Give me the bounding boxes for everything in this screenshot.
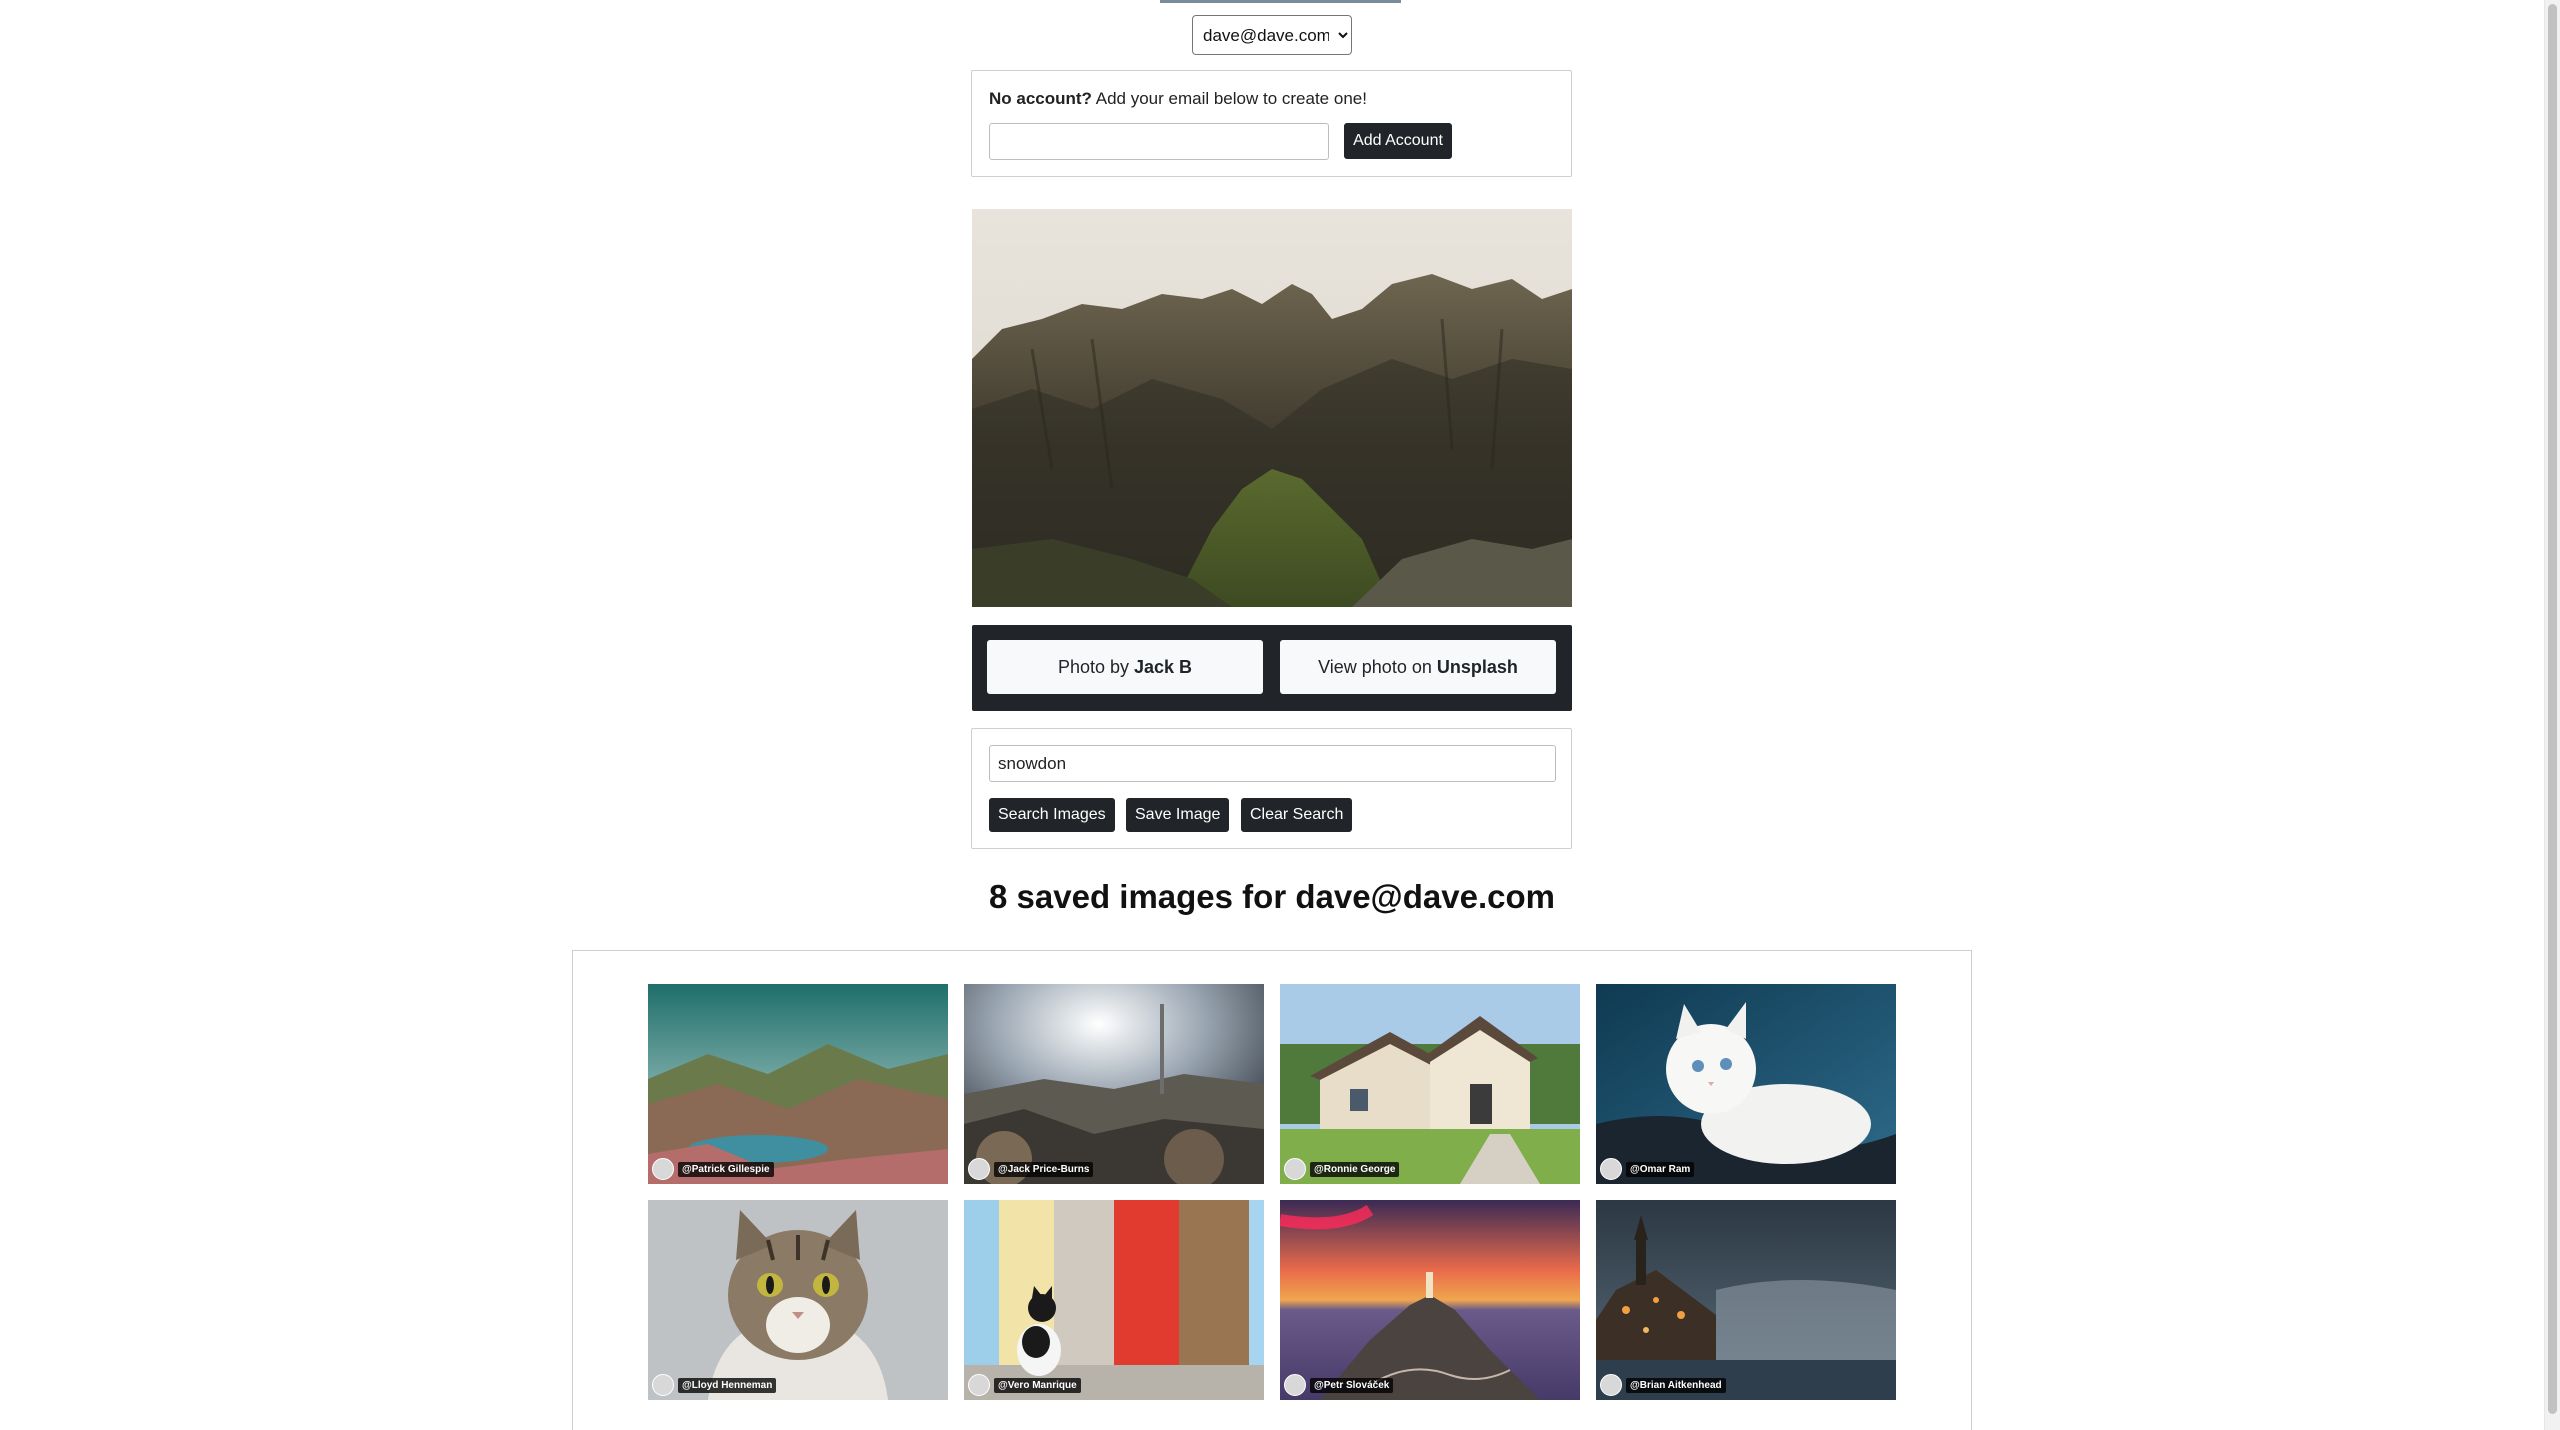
saved-image-1[interactable]: @Patrick Gillespie [648,984,948,1184]
image-credit-label: @Vero Manrique [994,1377,1081,1393]
image-credit-label: @Jack Price-Burns [994,1161,1094,1177]
clear-search-button[interactable]: Clear Search [1241,798,1353,832]
save-image-button[interactable]: Save Image [1126,798,1230,832]
photo-credit-bar: Photo by Jack B View photo on Unsplash [972,625,1572,711]
saved-images-heading: 8 saved images for dave@dave.com [989,878,1555,915]
saved-image-7[interactable]: @Petr Slováček [1280,1200,1580,1400]
page: dave@dave.com No account? Add your email… [0,0,2560,1430]
credit-prefix: Photo by [1057,657,1134,677]
search-images-button[interactable]: Search Images [989,798,1115,832]
scrollbar-thumb[interactable] [2548,4,2557,1414]
avatar [652,1158,674,1180]
search-card: Search Images Save Image Clear Search [971,728,1572,849]
add-account-button[interactable]: Add Account [1344,123,1452,159]
avatar [968,1374,990,1396]
photographer-link[interactable]: Photo by Jack B [987,640,1263,694]
avatar [1284,1158,1306,1180]
saved-image-5[interactable]: @Lloyd Henneman [648,1200,948,1400]
image-credit-label: @Ronnie George [1310,1161,1400,1177]
top-divider [1160,0,1401,3]
saved-image-3[interactable]: @Ronnie George [1280,984,1580,1184]
vertical-scrollbar[interactable] [2544,0,2560,1430]
image-credit: @Petr Slováček [1284,1374,1394,1396]
avatar [1284,1374,1306,1396]
image-credit: @Lloyd Henneman [652,1374,777,1396]
image-credit-label: @Lloyd Henneman [678,1377,777,1393]
view-prefix: View photo on [1318,657,1437,677]
image-credit-label: @Brian Aitkenhead [1626,1377,1726,1393]
avatar [652,1374,674,1396]
image-credit-label: @Patrick Gillespie [678,1161,774,1177]
no-account-label: No account? [989,89,1092,108]
email-input[interactable] [989,123,1329,160]
source-name: Unsplash [1436,657,1518,677]
image-credit: @Jack Price-Burns [968,1158,1094,1180]
image-credit-label: @Petr Slováček [1310,1377,1394,1393]
image-credit: @Vero Manrique [968,1374,1081,1396]
saved-images-gallery: @Patrick Gillespie @Jack Price-Burns @Ro… [572,950,1972,1430]
no-account-message: No account? Add your email below to crea… [989,89,1367,109]
saved-image-2[interactable]: @Jack Price-Burns [964,984,1264,1184]
image-credit: @Patrick Gillespie [652,1158,774,1180]
add-account-card: No account? Add your email below to crea… [971,70,1572,177]
avatar [968,1158,990,1180]
view-on-unsplash-link[interactable]: View photo on Unsplash [1280,640,1556,694]
image-credit: @Brian Aitkenhead [1600,1374,1726,1396]
account-select[interactable]: dave@dave.com [1192,15,1352,55]
saved-image-6[interactable]: @Vero Manrique [964,1200,1264,1400]
featured-photo [972,209,1572,607]
saved-image-8[interactable]: @Brian Aitkenhead [1596,1200,1896,1400]
image-credit: @Omar Ram [1600,1158,1695,1180]
avatar [1600,1158,1622,1180]
image-credit: @Ronnie George [1284,1158,1400,1180]
image-credit-label: @Omar Ram [1626,1161,1695,1177]
photographer-name: Jack B [1134,657,1193,677]
search-input[interactable] [989,745,1556,782]
avatar [1600,1374,1622,1396]
no-account-hint: Add your email below to create one! [1091,89,1367,108]
saved-image-4[interactable]: @Omar Ram [1596,984,1896,1184]
